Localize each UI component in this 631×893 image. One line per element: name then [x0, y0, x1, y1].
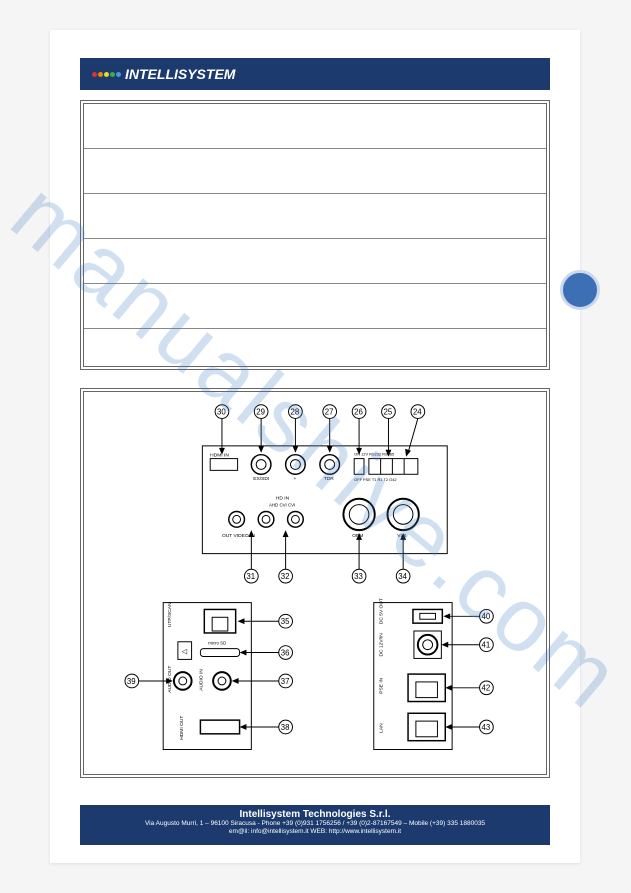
- left-panel: UTP/SCAN ◁ micro SD AUDIO IN AUDIO OUT H…: [163, 602, 251, 750]
- callout-38: 38: [240, 720, 293, 734]
- svg-text:38: 38: [281, 723, 290, 732]
- table-row: [84, 194, 546, 239]
- callout-37: 37: [232, 674, 293, 688]
- table-row: [84, 104, 546, 149]
- callout-34: 34: [396, 533, 410, 583]
- svg-text:42: 42: [482, 684, 491, 693]
- svg-text:32: 32: [281, 572, 290, 581]
- table-row: [84, 239, 546, 284]
- callout-25: 25: [382, 405, 396, 457]
- svg-text:27: 27: [325, 408, 334, 417]
- top-panel: HDMI IN EX/SDI + TDR ON 12V RS232 RS485 …: [202, 446, 447, 554]
- svg-text:31: 31: [246, 572, 255, 581]
- tdr-label: TDR: [324, 476, 334, 482]
- exsdi-label: EX/SDI: [253, 476, 269, 482]
- logo-dots-icon: [92, 72, 121, 77]
- utp-label: UTP/SCAN: [167, 602, 173, 627]
- brand-name: INTELLISYSTEM: [125, 66, 235, 82]
- svg-text:◁: ◁: [182, 649, 188, 656]
- footer-bar: Intellisystem Technologies S.r.l. Via Au…: [80, 805, 550, 845]
- switch-off-label: OFF PSE T1 R1 T2 G42: [354, 477, 396, 482]
- svg-text:26: 26: [354, 408, 363, 417]
- connector-diagram: HDMI IN EX/SDI + TDR ON 12V RS232 RS485 …: [80, 388, 550, 778]
- svg-text:34: 34: [398, 572, 407, 581]
- callout-36: 36: [240, 646, 293, 660]
- svg-text:37: 37: [281, 677, 290, 686]
- dc5v-label: DC 5V OUT: [379, 598, 385, 624]
- svg-text:24: 24: [413, 408, 422, 417]
- header-bar: INTELLISYSTEM: [80, 58, 550, 90]
- svg-text:28: 28: [291, 408, 300, 417]
- callout-33: 33: [352, 533, 366, 583]
- document-page: INTELLISYSTEM HDMI IN EX/SDI +: [50, 30, 580, 863]
- svg-text:43: 43: [482, 723, 491, 732]
- svg-text:30: 30: [217, 408, 226, 417]
- dc12v-label: DC 12V/IN: [379, 633, 385, 657]
- svg-text:41: 41: [482, 641, 491, 650]
- microsd-label: micro SD: [208, 641, 226, 646]
- footer-company: Intellisystem Technologies S.r.l.: [86, 809, 544, 820]
- svg-text:36: 36: [281, 648, 290, 657]
- table-row: [84, 149, 546, 194]
- psein-label: PSE IN: [379, 677, 385, 693]
- svg-text:40: 40: [482, 612, 491, 621]
- ahd-label: AHD CVI CVI: [269, 503, 295, 508]
- page-number-badge: [560, 270, 600, 310]
- table-row: [84, 329, 546, 374]
- table-row: [84, 284, 546, 329]
- svg-text:25: 25: [384, 408, 393, 417]
- audioin-label: AUDIO IN: [198, 669, 204, 691]
- footer-contact: em@il: info@intellisystem.it WEB: http:/…: [86, 828, 544, 836]
- hdmiout-label: HDMI OUT: [179, 716, 185, 740]
- svg-text:35: 35: [281, 617, 290, 626]
- right-panel: DC 5V OUT DC 12V/IN PSE IN LAN: [374, 598, 452, 749]
- hdin-label: HD IN: [276, 496, 290, 502]
- plus-label: +: [293, 477, 296, 482]
- callout-30: 30: [215, 405, 229, 455]
- callout-26: 26: [352, 405, 366, 455]
- callout-24: 24: [405, 405, 425, 457]
- callout-41: 41: [441, 638, 493, 652]
- lan-label: LAN: [379, 723, 385, 733]
- svg-text:33: 33: [354, 572, 363, 581]
- svg-text:39: 39: [127, 677, 136, 686]
- callout-32: 32: [279, 530, 293, 583]
- table-frame: [80, 100, 550, 370]
- hdmi-in-label: HDMI IN: [210, 453, 229, 459]
- callout-39: 39: [125, 674, 173, 688]
- svg-text:29: 29: [256, 408, 265, 417]
- footer-address: Via Augusto Murri, 1 – 96100 Siracusa - …: [86, 820, 544, 828]
- callout-35: 35: [238, 614, 293, 628]
- callout-40: 40: [443, 609, 493, 623]
